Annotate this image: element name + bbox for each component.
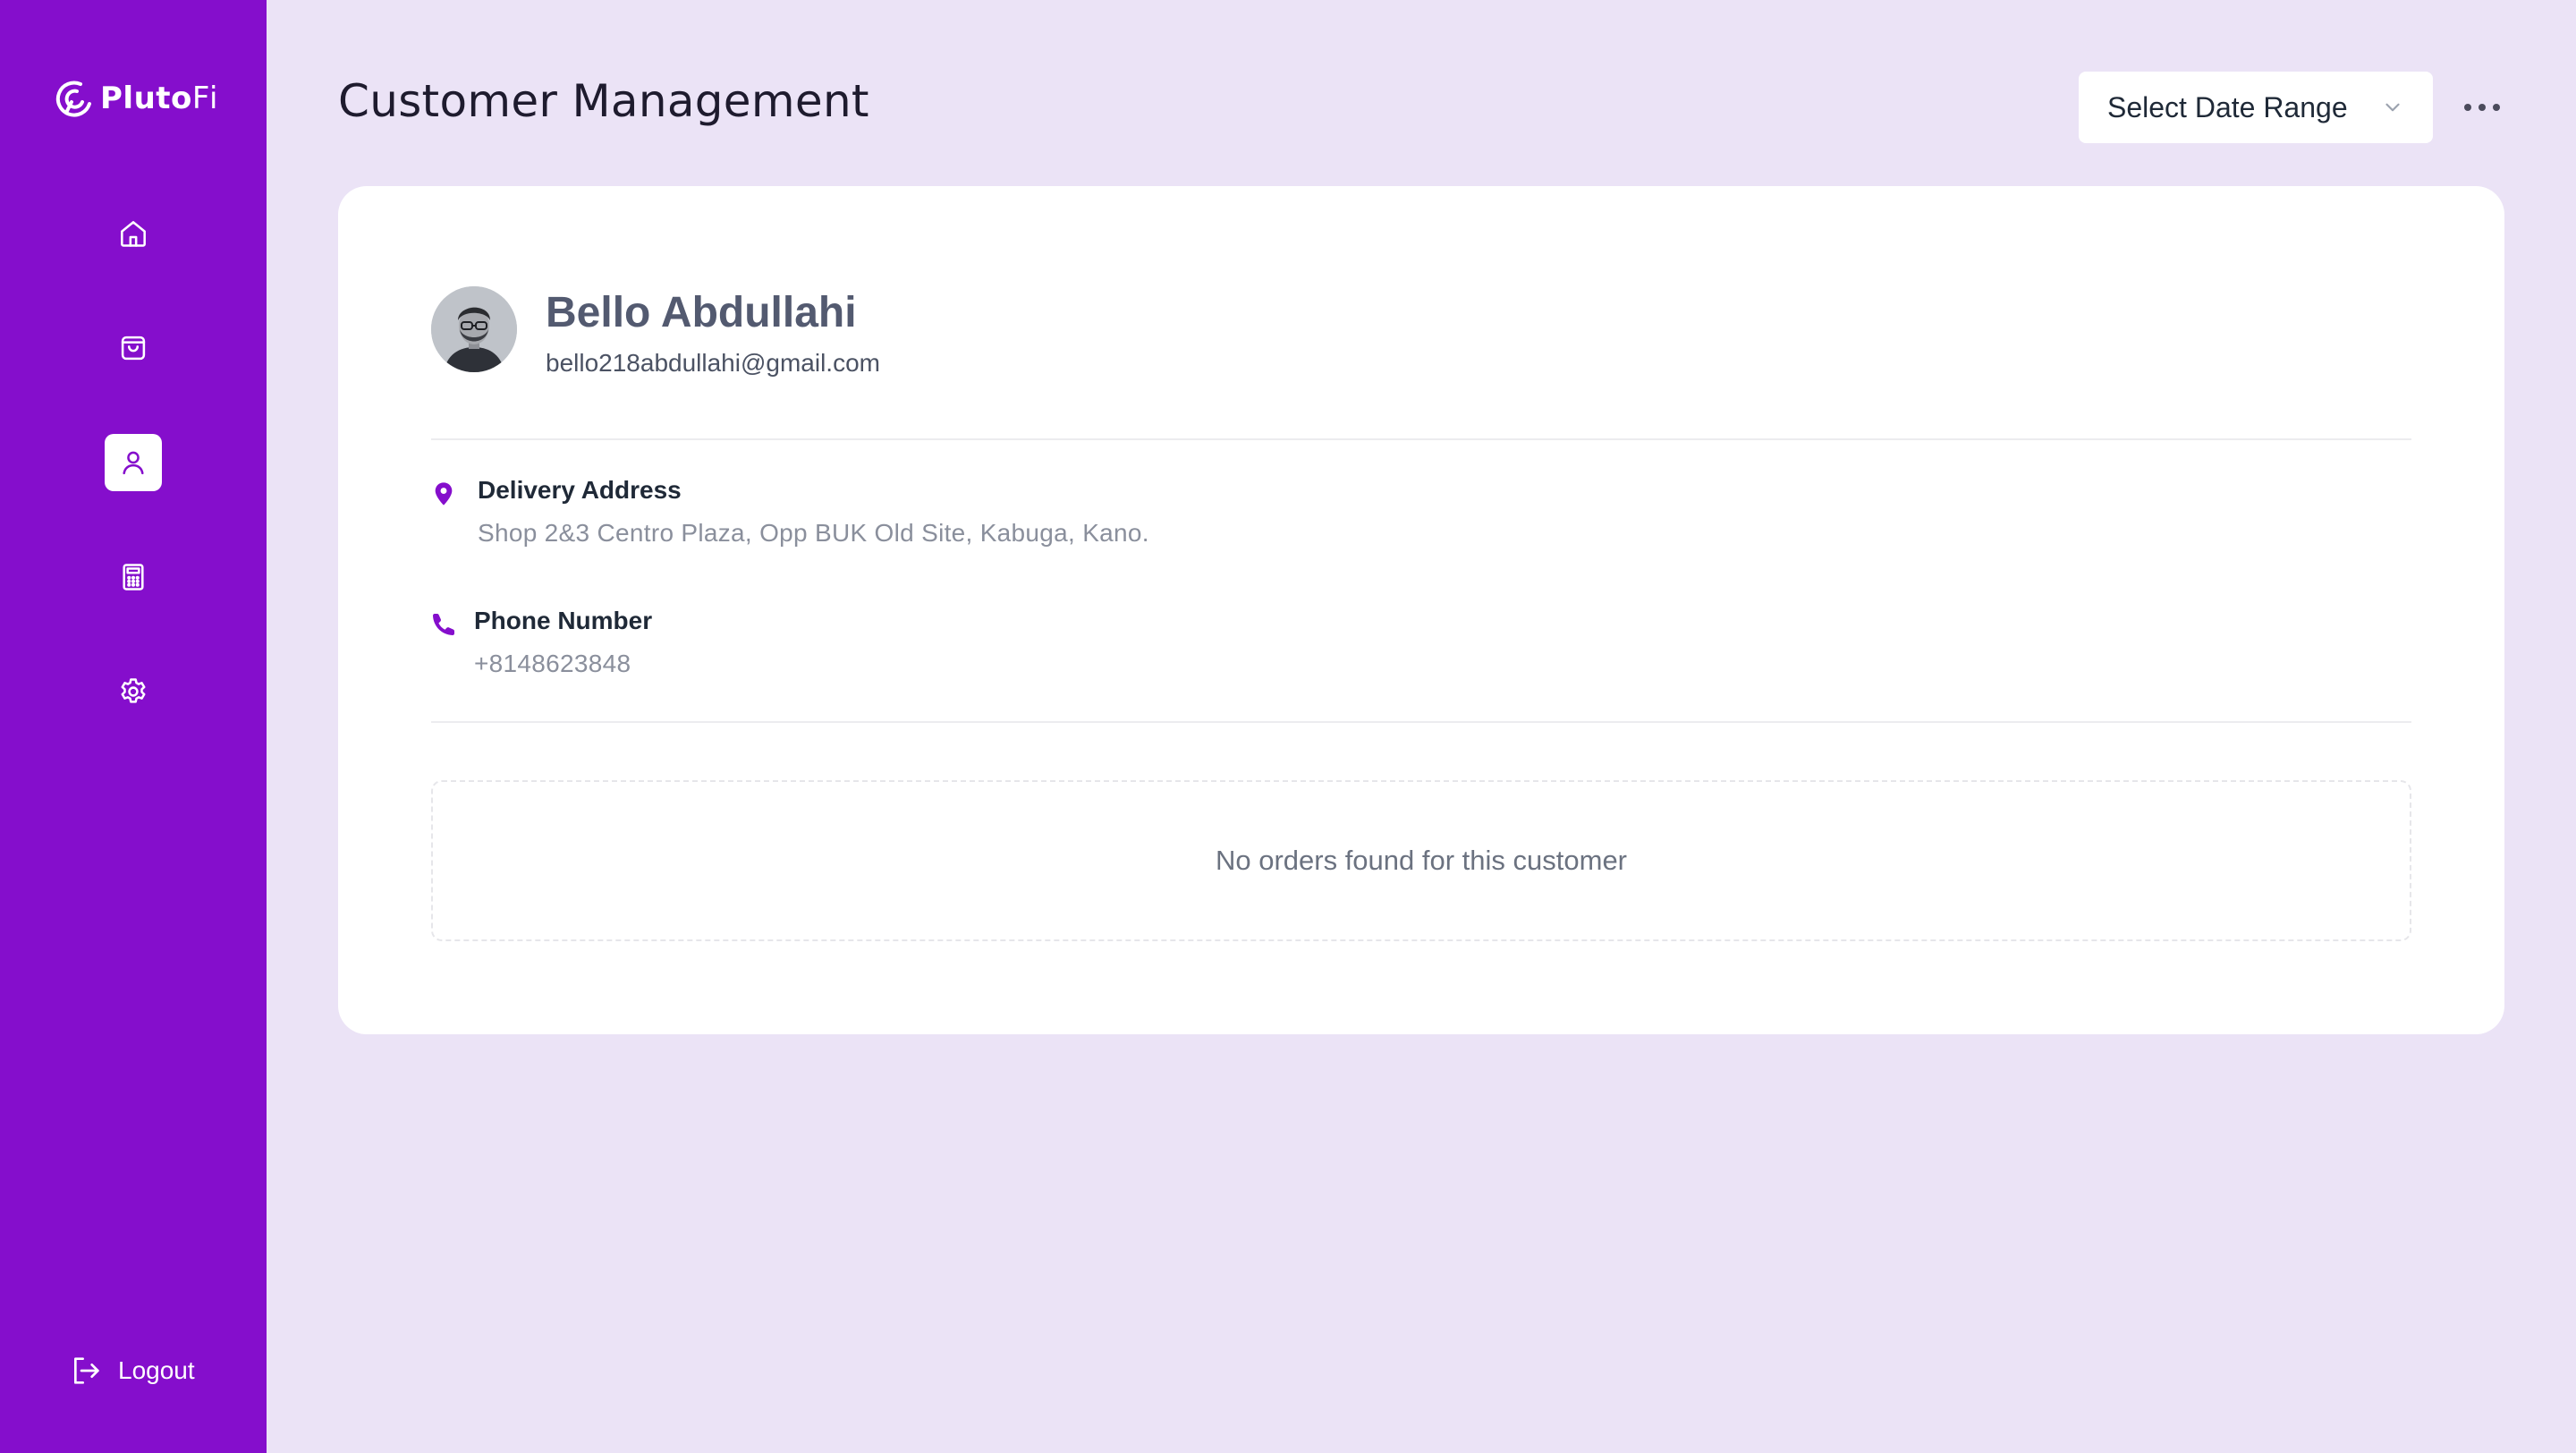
customer-detail-card: Bello Abdullahi bello218abdullahi@gmail.… bbox=[338, 186, 2504, 1034]
sidebar-item-home[interactable] bbox=[105, 205, 162, 262]
logout-icon bbox=[74, 1357, 99, 1384]
avatar bbox=[431, 286, 517, 372]
more-options-button[interactable] bbox=[2460, 88, 2504, 127]
calculator-icon bbox=[123, 564, 144, 591]
logout-label: Logout bbox=[118, 1356, 195, 1384]
sidebar-item-calculator[interactable] bbox=[105, 548, 162, 606]
customer-email: bello218abdullahi@gmail.com bbox=[546, 349, 880, 377]
page-title: Customer Management bbox=[338, 75, 869, 127]
phone-number-label: Phone Number bbox=[474, 607, 653, 634]
date-range-label: Select Date Range bbox=[2107, 90, 2348, 123]
date-range-select[interactable]: Select Date Range bbox=[2079, 72, 2433, 143]
divider bbox=[431, 438, 2411, 440]
brand-name: PlutoFi bbox=[100, 81, 220, 116]
location-pin-icon bbox=[435, 482, 453, 506]
sidebar-item-settings[interactable] bbox=[105, 663, 162, 720]
gear-icon bbox=[121, 678, 146, 703]
sidebar-item-customers[interactable] bbox=[105, 434, 162, 491]
phone-icon bbox=[433, 614, 454, 635]
plutofi-logo-icon bbox=[55, 81, 91, 117]
empty-orders-message: No orders found for this customer bbox=[1215, 845, 1628, 876]
app-root: PlutoFi Logout Customer Management Selec… bbox=[0, 0, 2576, 1453]
delivery-address-label: Delivery Address bbox=[478, 476, 682, 504]
chevron-down-icon bbox=[2385, 103, 2400, 112]
avatar-image bbox=[431, 286, 517, 372]
logout-button[interactable]: Logout bbox=[68, 1353, 195, 1389]
divider bbox=[431, 721, 2411, 723]
shopping-bag-icon bbox=[121, 336, 146, 361]
brand-logo[interactable]: PlutoFi bbox=[54, 77, 219, 120]
phone-number-value: +8148623848 bbox=[474, 650, 631, 677]
sidebar: PlutoFi Logout bbox=[0, 0, 267, 1453]
delivery-address-value: Shop 2&3 Centro Plaza, Opp BUK Old Site,… bbox=[478, 519, 1149, 547]
customer-name: Bello Abdullahi bbox=[546, 289, 857, 336]
home-icon bbox=[121, 221, 146, 247]
more-horizontal-icon bbox=[2464, 104, 2500, 111]
orders-empty-state: No orders found for this customer bbox=[431, 780, 2411, 941]
user-icon bbox=[123, 451, 144, 475]
sidebar-item-orders[interactable] bbox=[105, 319, 162, 377]
